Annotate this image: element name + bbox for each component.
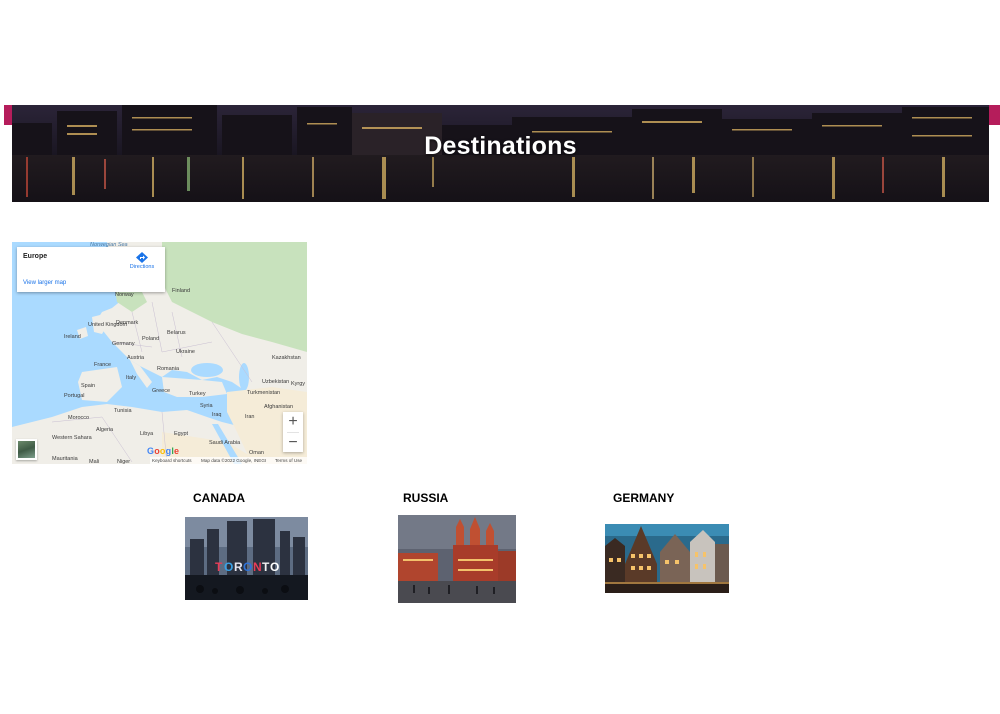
zoom-out-button[interactable]: − bbox=[283, 433, 303, 453]
russia-photo[interactable] bbox=[398, 515, 516, 603]
banner-accent-right bbox=[988, 105, 1000, 125]
map-label: Algeria bbox=[96, 427, 114, 433]
directions-label: Directions bbox=[129, 264, 155, 270]
map-label: Morocco bbox=[68, 415, 90, 421]
map-label: Romania bbox=[157, 366, 180, 372]
map-label: Oman bbox=[249, 450, 264, 456]
svg-text:T: T bbox=[262, 560, 270, 574]
map-label: France bbox=[94, 362, 112, 368]
map-label: Mauritania bbox=[52, 456, 78, 462]
zoom-in-button[interactable]: + bbox=[283, 412, 303, 432]
map-label: Iran bbox=[245, 414, 255, 420]
directions-button[interactable]: Directions bbox=[127, 252, 157, 274]
map-label: Tunisia bbox=[114, 408, 132, 414]
map-label: Belarus bbox=[167, 330, 186, 336]
svg-text:N: N bbox=[253, 560, 262, 574]
canada-photo[interactable]: T O R O N T O bbox=[185, 517, 308, 600]
map-label: Niger bbox=[117, 459, 131, 464]
map-label: Western Sahara bbox=[52, 435, 92, 441]
map-label: Iraq bbox=[212, 412, 222, 418]
map-label: Syria bbox=[200, 403, 213, 409]
destination-title-germany: GERMANY bbox=[613, 491, 675, 505]
page-title: Destinations bbox=[424, 132, 577, 160]
destination-title-canada: CANADA bbox=[193, 491, 245, 505]
map-label: Egypt bbox=[174, 431, 189, 437]
svg-text:T: T bbox=[215, 560, 223, 574]
map-label: Mali bbox=[89, 459, 100, 464]
german-old-town-photo bbox=[605, 524, 729, 593]
map-label: Uzbekistan bbox=[262, 379, 290, 385]
directions-icon bbox=[136, 252, 148, 263]
map-label: Afghanistan bbox=[264, 404, 294, 410]
svg-text:O: O bbox=[270, 560, 279, 574]
svg-text:O: O bbox=[224, 560, 233, 574]
svg-text:R: R bbox=[234, 560, 243, 574]
map-label: Portugal bbox=[64, 393, 85, 399]
map-label: Germany bbox=[112, 341, 135, 347]
map-label: Finland bbox=[172, 288, 191, 294]
map-label: Kyrgy bbox=[291, 381, 306, 387]
map-label: Turkmenistan bbox=[247, 390, 281, 396]
map-label: United Kingdom bbox=[88, 322, 128, 328]
map-label: Spain bbox=[81, 383, 96, 389]
destination-title-russia: RUSSIA bbox=[403, 491, 449, 505]
map-label: Kazakhstan bbox=[272, 355, 301, 361]
map-attribution: Map data ©2022 Google, INEGI bbox=[201, 458, 267, 463]
map-label: Austria bbox=[127, 355, 145, 361]
map-label: Poland bbox=[142, 336, 160, 342]
map-label: Norway bbox=[115, 292, 134, 298]
google-logo: Google bbox=[147, 446, 180, 456]
map-info-card: Europe View larger map Directions bbox=[17, 247, 165, 292]
map-footer: Keyboard shortcuts Map data ©2022 Google… bbox=[150, 457, 307, 464]
map-label: Saudi Arabia bbox=[209, 440, 241, 446]
satellite-toggle[interactable] bbox=[16, 439, 37, 460]
map-place-name: Europe bbox=[23, 253, 48, 260]
map-label: Ireland bbox=[64, 334, 81, 340]
hero-banner: Destinations bbox=[12, 105, 989, 202]
map-label: Italy bbox=[126, 375, 137, 381]
moscow-red-square-photo bbox=[398, 515, 516, 603]
germany-photo[interactable] bbox=[605, 524, 729, 593]
map-label: Greece bbox=[152, 388, 171, 394]
map-label: Turkey bbox=[189, 391, 206, 397]
view-larger-map-link[interactable]: View larger map bbox=[23, 280, 66, 286]
zoom-controls: + − bbox=[283, 412, 303, 452]
terms-of-use-link[interactable]: Terms of Use bbox=[275, 457, 302, 464]
map-label: Libya bbox=[140, 431, 154, 437]
toronto-sign-photo: T O R O N T O bbox=[185, 517, 308, 600]
svg-text:O: O bbox=[243, 560, 252, 574]
keyboard-shortcuts-link[interactable]: Keyboard shortcuts bbox=[152, 457, 192, 464]
europe-map[interactable]: Norwegian Sea Finland Norway Denmark United … bbox=[12, 242, 307, 464]
map-label: Ukraine bbox=[176, 349, 195, 355]
